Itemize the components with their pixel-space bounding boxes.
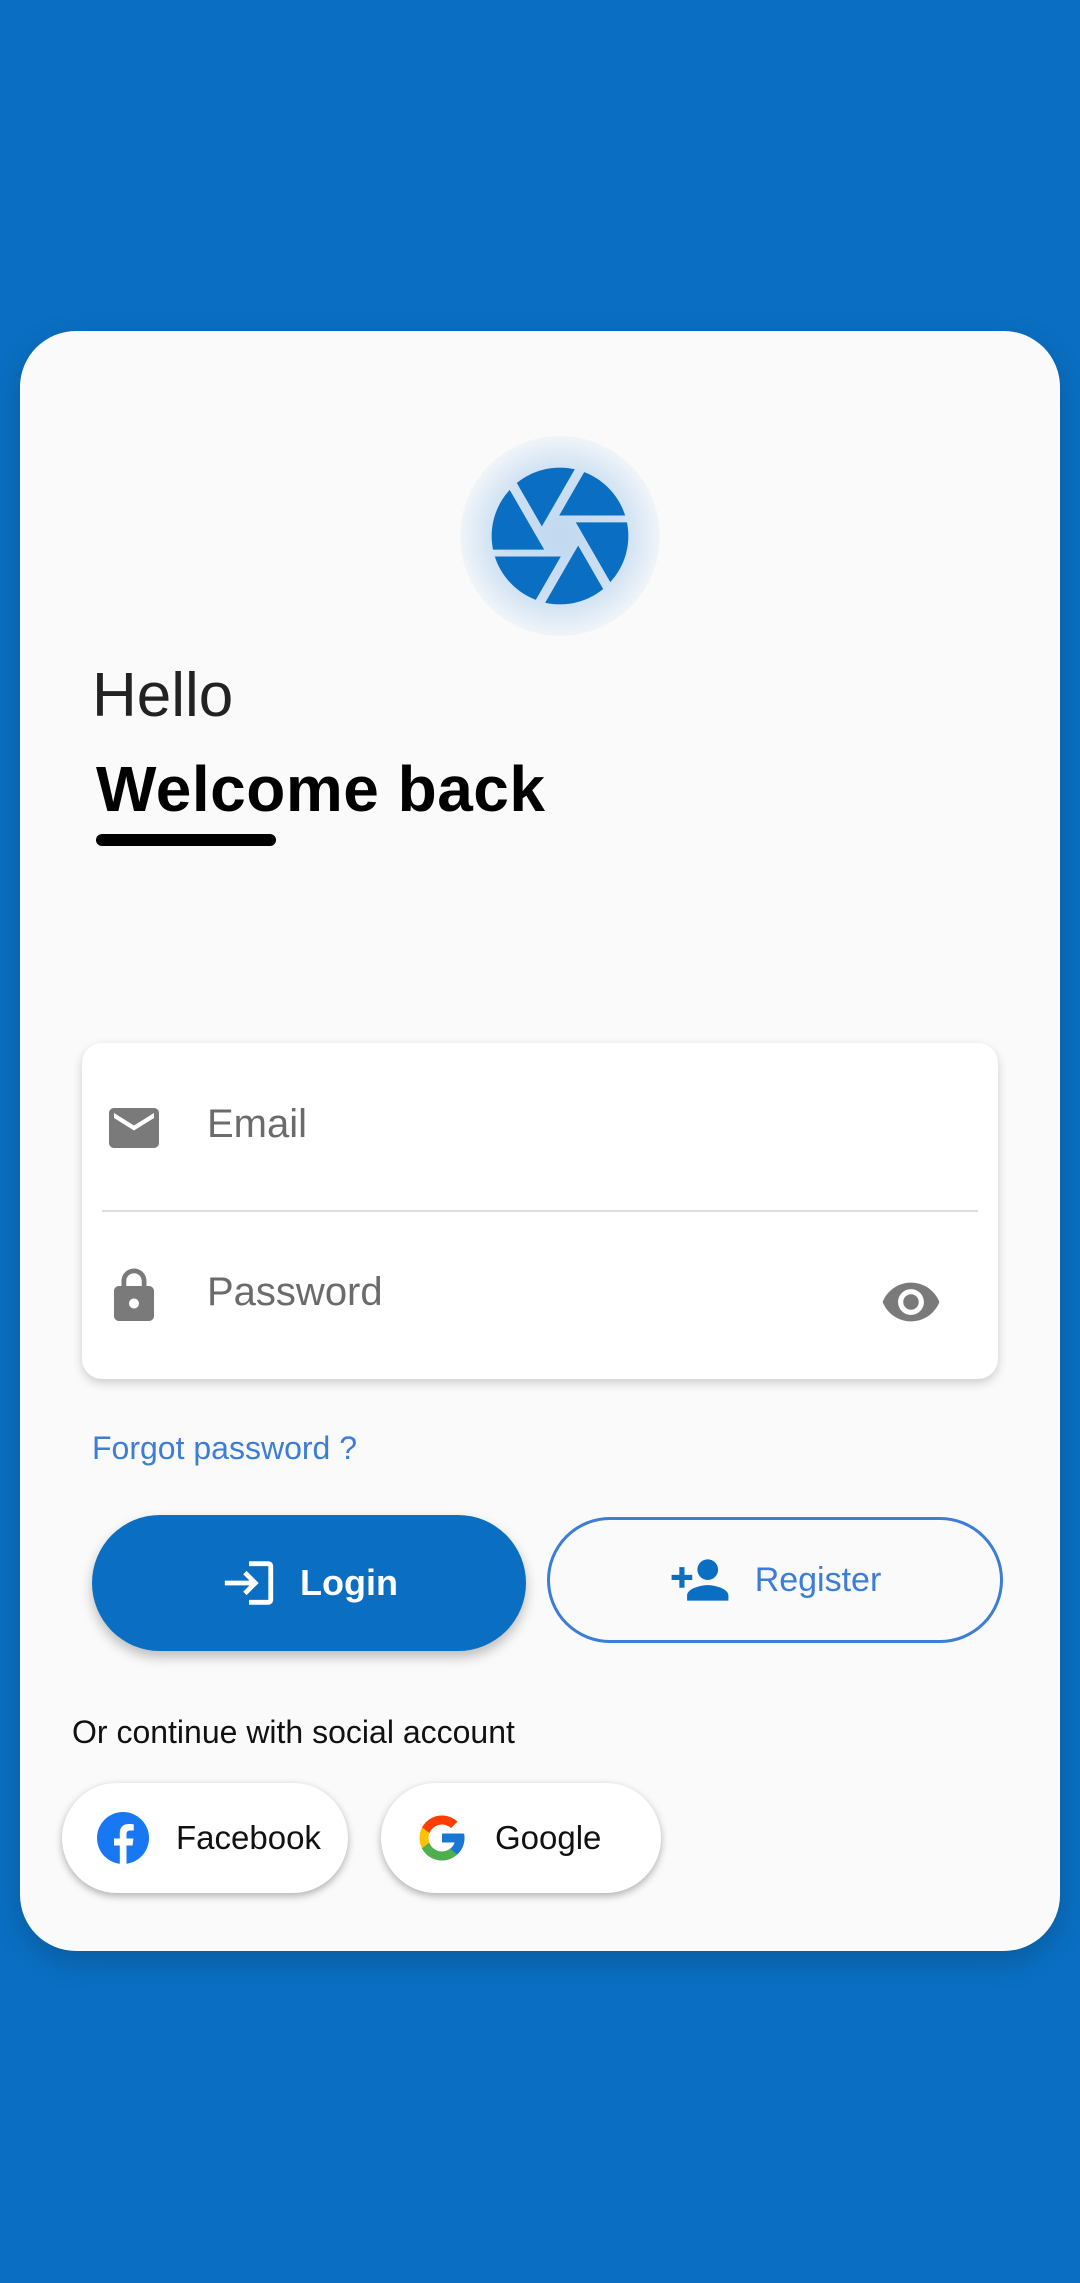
email-field-row bbox=[82, 1043, 998, 1212]
eye-icon[interactable] bbox=[880, 1271, 942, 1333]
google-button-label: Google bbox=[495, 1819, 602, 1856]
google-button[interactable]: Google bbox=[381, 1783, 661, 1893]
mail-icon bbox=[109, 1108, 159, 1148]
app-logo bbox=[460, 436, 660, 636]
register-button-label: Register bbox=[754, 1560, 882, 1599]
camera-aperture-icon bbox=[491, 467, 629, 605]
login-card: Hello Welcome back Forgot password ? Log… bbox=[20, 331, 1060, 1951]
greeting-hello: Hello bbox=[92, 661, 234, 730]
password-field-row bbox=[82, 1211, 998, 1379]
lock-icon bbox=[114, 1268, 154, 1321]
facebook-button[interactable]: Facebook bbox=[62, 1783, 348, 1893]
login-button-label: Login bbox=[300, 1562, 398, 1603]
add-person-icon bbox=[671, 1559, 729, 1601]
social-heading: Or continue with social account bbox=[72, 1714, 515, 1750]
register-button[interactable]: Register bbox=[547, 1517, 1003, 1643]
google-icon bbox=[419, 1815, 465, 1861]
login-button[interactable]: Login bbox=[92, 1515, 526, 1651]
title-underline bbox=[96, 834, 276, 846]
login-form bbox=[82, 1043, 998, 1379]
email-input[interactable] bbox=[205, 1081, 849, 1167]
forgot-password-link[interactable]: Forgot password ? bbox=[92, 1430, 357, 1467]
facebook-button-label: Facebook bbox=[176, 1819, 321, 1856]
facebook-icon bbox=[97, 1812, 149, 1864]
login-icon bbox=[224, 1561, 274, 1605]
password-input[interactable] bbox=[205, 1249, 849, 1335]
greeting-welcome: Welcome back bbox=[96, 753, 546, 825]
